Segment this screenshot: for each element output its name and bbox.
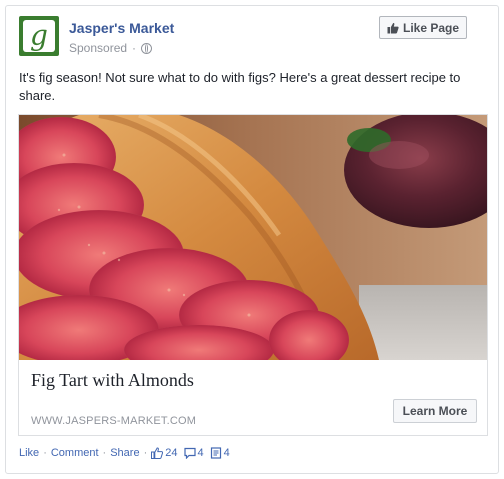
- comment-action[interactable]: Comment: [51, 447, 99, 459]
- like-page-label: Like Page: [402, 20, 460, 35]
- like-action[interactable]: Like: [19, 447, 39, 459]
- learn-more-button[interactable]: Learn More: [393, 399, 477, 423]
- share-icon: [210, 447, 221, 459]
- share-action[interactable]: Share: [110, 447, 139, 459]
- like-page-button[interactable]: Like Page: [379, 16, 467, 39]
- likes-count[interactable]: 24: [151, 447, 178, 459]
- separator-dot: ·: [43, 447, 47, 459]
- post-actions-bar: Like · Comment · Share · 24 4 4: [19, 447, 236, 459]
- separator-dot: ·: [143, 447, 148, 459]
- globe-icon: [141, 42, 153, 54]
- link-domain: WWW.JASPERS-MARKET.COM: [31, 415, 197, 427]
- separator-dot: ·: [102, 447, 107, 459]
- page-name-link[interactable]: Jasper's Market: [69, 20, 174, 36]
- likes-count-value: 24: [165, 447, 178, 459]
- page-avatar[interactable]: g: [19, 16, 59, 56]
- link-attachment[interactable]: Fig Tart with Almonds WWW.JASPERS-MARKET…: [18, 114, 488, 436]
- thumbs-up-icon: [387, 22, 399, 33]
- comment-bubble-icon: [183, 447, 196, 459]
- link-title[interactable]: Fig Tart with Almonds: [31, 370, 194, 391]
- shares-count[interactable]: 4: [210, 447, 230, 459]
- shares-count-value: 4: [223, 447, 230, 459]
- post-message: It's fig season! Not sure what to do wit…: [19, 70, 461, 103]
- separator-dot: ·: [132, 41, 137, 55]
- sponsored-label: Sponsored: [69, 41, 128, 55]
- ad-post-card: g Jasper's Market Sponsored · Like Page …: [5, 5, 499, 474]
- thumbs-up-icon: [151, 447, 164, 459]
- comments-count-value: 4: [197, 447, 204, 459]
- sponsored-row: Sponsored ·: [69, 41, 153, 55]
- comments-count[interactable]: 4: [183, 447, 204, 459]
- fig-tart-image[interactable]: [19, 115, 487, 360]
- page-logo: g: [23, 20, 55, 52]
